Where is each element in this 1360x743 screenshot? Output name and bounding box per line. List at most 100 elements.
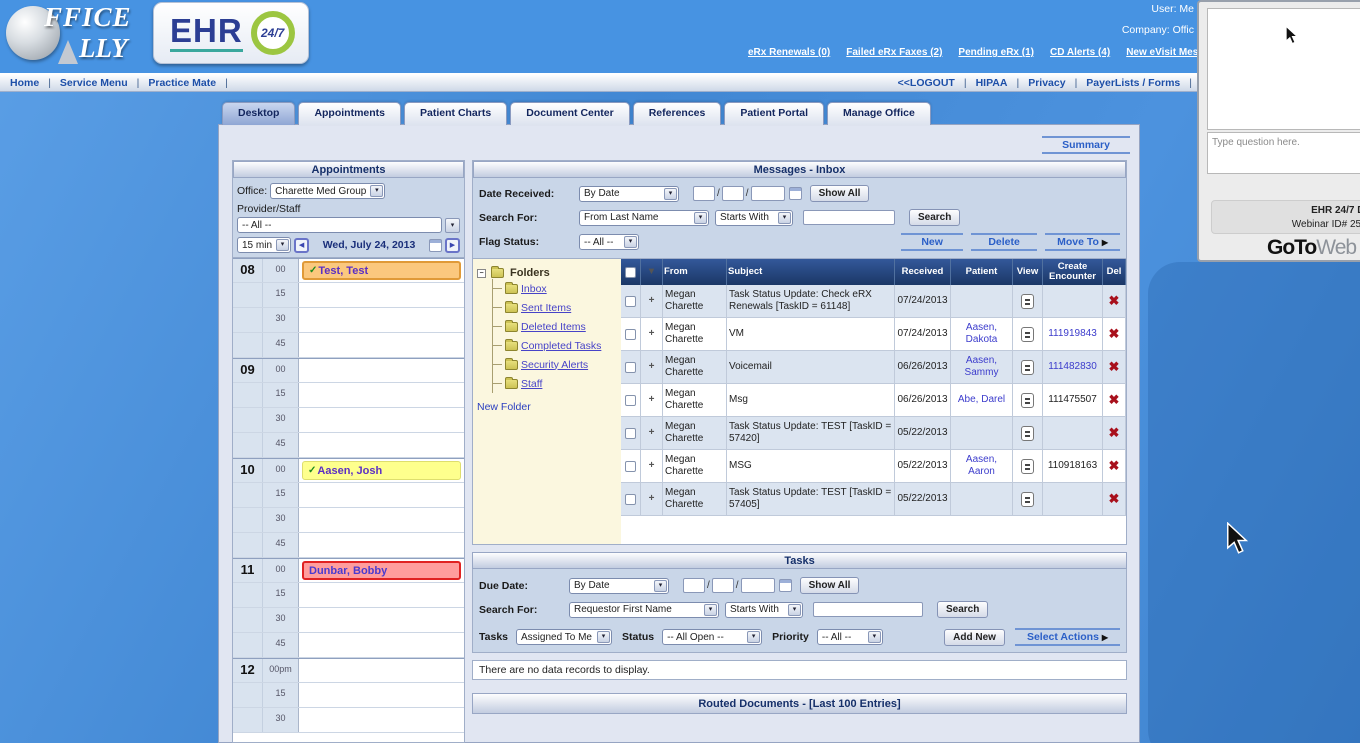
checkbox-icon[interactable] xyxy=(625,461,636,472)
search-input[interactable] xyxy=(803,210,895,225)
patient-link[interactable]: Aasen, Dakota xyxy=(953,322,1010,346)
flag-icon[interactable]: + xyxy=(641,285,663,318)
message-row-4[interactable]: +Megan CharetteMsg06/26/2013Abe, Darel11… xyxy=(621,384,1126,417)
provider-select[interactable]: -- All -- xyxy=(237,217,442,233)
select-actions-link[interactable]: Select Actions ▶ xyxy=(1015,628,1120,646)
chevron-down-icon[interactable]: ▾ xyxy=(370,185,383,197)
view-icon[interactable] xyxy=(1021,492,1034,507)
menu-item-hipaa[interactable]: HIPAA xyxy=(976,77,1008,89)
chevron-down-icon[interactable]: ▾ xyxy=(868,631,881,643)
add-new-button[interactable]: Add New xyxy=(944,629,1005,646)
alert-link-pending-erx-1[interactable]: Pending eRx (1) xyxy=(958,47,1034,58)
encounter-link[interactable]: 111919843 xyxy=(1048,328,1097,340)
flag-icon[interactable]: + xyxy=(641,483,663,516)
tasks-show-all-button[interactable]: Show All xyxy=(800,577,860,594)
due-month-input[interactable] xyxy=(683,578,705,593)
folder-link-completed-tasks[interactable]: Completed Tasks xyxy=(521,340,601,352)
office-select[interactable]: Charette Med Group▾ xyxy=(270,183,385,199)
schedule-slot-cell[interactable] xyxy=(299,508,464,532)
menu-item-logout[interactable]: <<LOGOUT xyxy=(898,77,955,89)
chevron-down-icon[interactable]: ▾ xyxy=(597,631,610,643)
menu-item-practice-mate[interactable]: Practice Mate xyxy=(148,77,216,89)
encounter-link[interactable]: 111482830 xyxy=(1048,361,1097,373)
appointment-test-test[interactable]: ✓Test, Test xyxy=(302,261,461,280)
view-icon[interactable] xyxy=(1021,294,1034,309)
due-day-input[interactable] xyxy=(712,578,734,593)
schedule-slot-cell[interactable] xyxy=(299,383,464,407)
priority-select[interactable]: -- All --▾ xyxy=(817,629,883,645)
chevron-down-icon[interactable]: ▾ xyxy=(778,212,791,224)
checkbox-icon[interactable] xyxy=(625,494,636,505)
folder-link-staff[interactable]: Staff xyxy=(521,378,542,390)
delete-icon[interactable]: ✖ xyxy=(1109,458,1120,474)
message-row-5[interactable]: +Megan CharetteTask Status Update: TEST … xyxy=(621,417,1126,450)
chevron-down-icon[interactable]: ▾ xyxy=(747,631,760,643)
date-month-input[interactable] xyxy=(693,186,715,201)
tasks-assigned-select[interactable]: Assigned To Me▾ xyxy=(516,629,612,645)
menu-item-privacy[interactable]: Privacy xyxy=(1028,77,1065,89)
chevron-down-icon[interactable]: ▾ xyxy=(694,212,707,224)
delete-icon[interactable]: ✖ xyxy=(1109,326,1120,342)
tasks-match-type-select[interactable]: Starts With▾ xyxy=(725,602,803,618)
flag-status-select[interactable]: -- All --▾ xyxy=(579,234,639,250)
chevron-down-icon[interactable]: ▾ xyxy=(445,218,460,233)
summary-link[interactable]: Summary xyxy=(1042,136,1130,154)
alert-link-new-evisit-messag[interactable]: New eVisit Messag xyxy=(1126,47,1197,58)
message-row-3[interactable]: +Megan CharetteVoicemail06/26/2013Aasen,… xyxy=(621,351,1126,384)
date-day-input[interactable] xyxy=(722,186,744,201)
next-day-button[interactable]: ▶ xyxy=(445,238,460,253)
search-field-select[interactable]: From Last Name▾ xyxy=(579,210,709,226)
webinar-question-input[interactable]: Type question here. xyxy=(1207,132,1360,174)
schedule-slot-cell[interactable] xyxy=(299,408,464,432)
match-type-select[interactable]: Starts With▾ xyxy=(715,210,793,226)
due-year-input[interactable] xyxy=(741,578,775,593)
chevron-down-icon[interactable]: ▾ xyxy=(704,604,717,616)
move-to-button[interactable]: Move To ▶ xyxy=(1045,233,1120,251)
tasks-search-field-select[interactable]: Requestor First Name▾ xyxy=(569,602,719,618)
patient-link[interactable]: Aasen, Aaron xyxy=(953,454,1010,478)
folder-link-security-alerts[interactable]: Security Alerts xyxy=(521,359,588,371)
appointment-dunbar-bobby[interactable]: Dunbar, Bobby xyxy=(302,561,461,580)
delete-icon[interactable]: ✖ xyxy=(1109,491,1120,507)
schedule-slot-cell[interactable]: Dunbar, Bobby xyxy=(299,559,464,582)
select-all-checkbox[interactable] xyxy=(621,259,641,285)
date-received-select[interactable]: By Date▾ xyxy=(579,186,679,202)
show-all-button[interactable]: Show All xyxy=(810,185,870,202)
alert-link-cd-alerts-4[interactable]: CD Alerts (4) xyxy=(1050,47,1110,58)
menu-item-service-menu[interactable]: Service Menu xyxy=(60,77,128,89)
schedule-slot-cell[interactable] xyxy=(299,608,464,632)
interval-select[interactable]: 15 min▾ xyxy=(237,237,291,253)
schedule-slot-cell[interactable] xyxy=(299,333,464,357)
schedule-slot-cell[interactable] xyxy=(299,633,464,657)
tab-appointments[interactable]: Appointments xyxy=(298,102,401,125)
flag-icon[interactable]: + xyxy=(641,384,663,417)
flag-icon[interactable]: + xyxy=(641,318,663,351)
tab-manage-office[interactable]: Manage Office xyxy=(827,102,931,125)
message-row-7[interactable]: +Megan CharetteTask Status Update: TEST … xyxy=(621,483,1126,516)
alert-link-erx-renewals-0[interactable]: eRx Renewals (0) xyxy=(748,47,830,58)
checkbox-icon[interactable] xyxy=(625,329,636,340)
schedule-slot-cell[interactable]: ✓Test, Test xyxy=(299,259,464,282)
chevron-down-icon[interactable]: ▾ xyxy=(624,236,637,248)
schedule-slot-cell[interactable] xyxy=(299,659,464,682)
tasks-search-input[interactable] xyxy=(813,602,923,617)
view-icon[interactable] xyxy=(1021,426,1034,441)
tab-patient-portal[interactable]: Patient Portal xyxy=(724,102,824,125)
schedule-slot-cell[interactable] xyxy=(299,483,464,507)
patient-link[interactable]: Aasen, Sammy xyxy=(953,355,1010,379)
prev-day-button[interactable]: ◀ xyxy=(294,238,309,253)
tab-document-center[interactable]: Document Center xyxy=(510,102,630,125)
alert-link-failed-erx-faxes-2[interactable]: Failed eRx Faxes (2) xyxy=(846,47,942,58)
new-folder-link[interactable]: New Folder xyxy=(477,401,531,413)
calendar-icon[interactable] xyxy=(789,187,802,200)
folder-link-sent-items[interactable]: Sent Items xyxy=(521,302,571,314)
schedule-slot-cell[interactable] xyxy=(299,683,464,707)
schedule-slot-cell[interactable] xyxy=(299,308,464,332)
delete-icon[interactable]: ✖ xyxy=(1109,392,1120,408)
flag-icon[interactable]: + xyxy=(641,450,663,483)
checkbox-icon[interactable] xyxy=(625,362,636,373)
message-row-2[interactable]: +Megan CharetteVM07/24/2013Aasen, Dakota… xyxy=(621,318,1126,351)
delete-icon[interactable]: ✖ xyxy=(1109,293,1120,309)
checkbox-icon[interactable] xyxy=(625,296,636,307)
view-icon[interactable] xyxy=(1021,327,1034,342)
